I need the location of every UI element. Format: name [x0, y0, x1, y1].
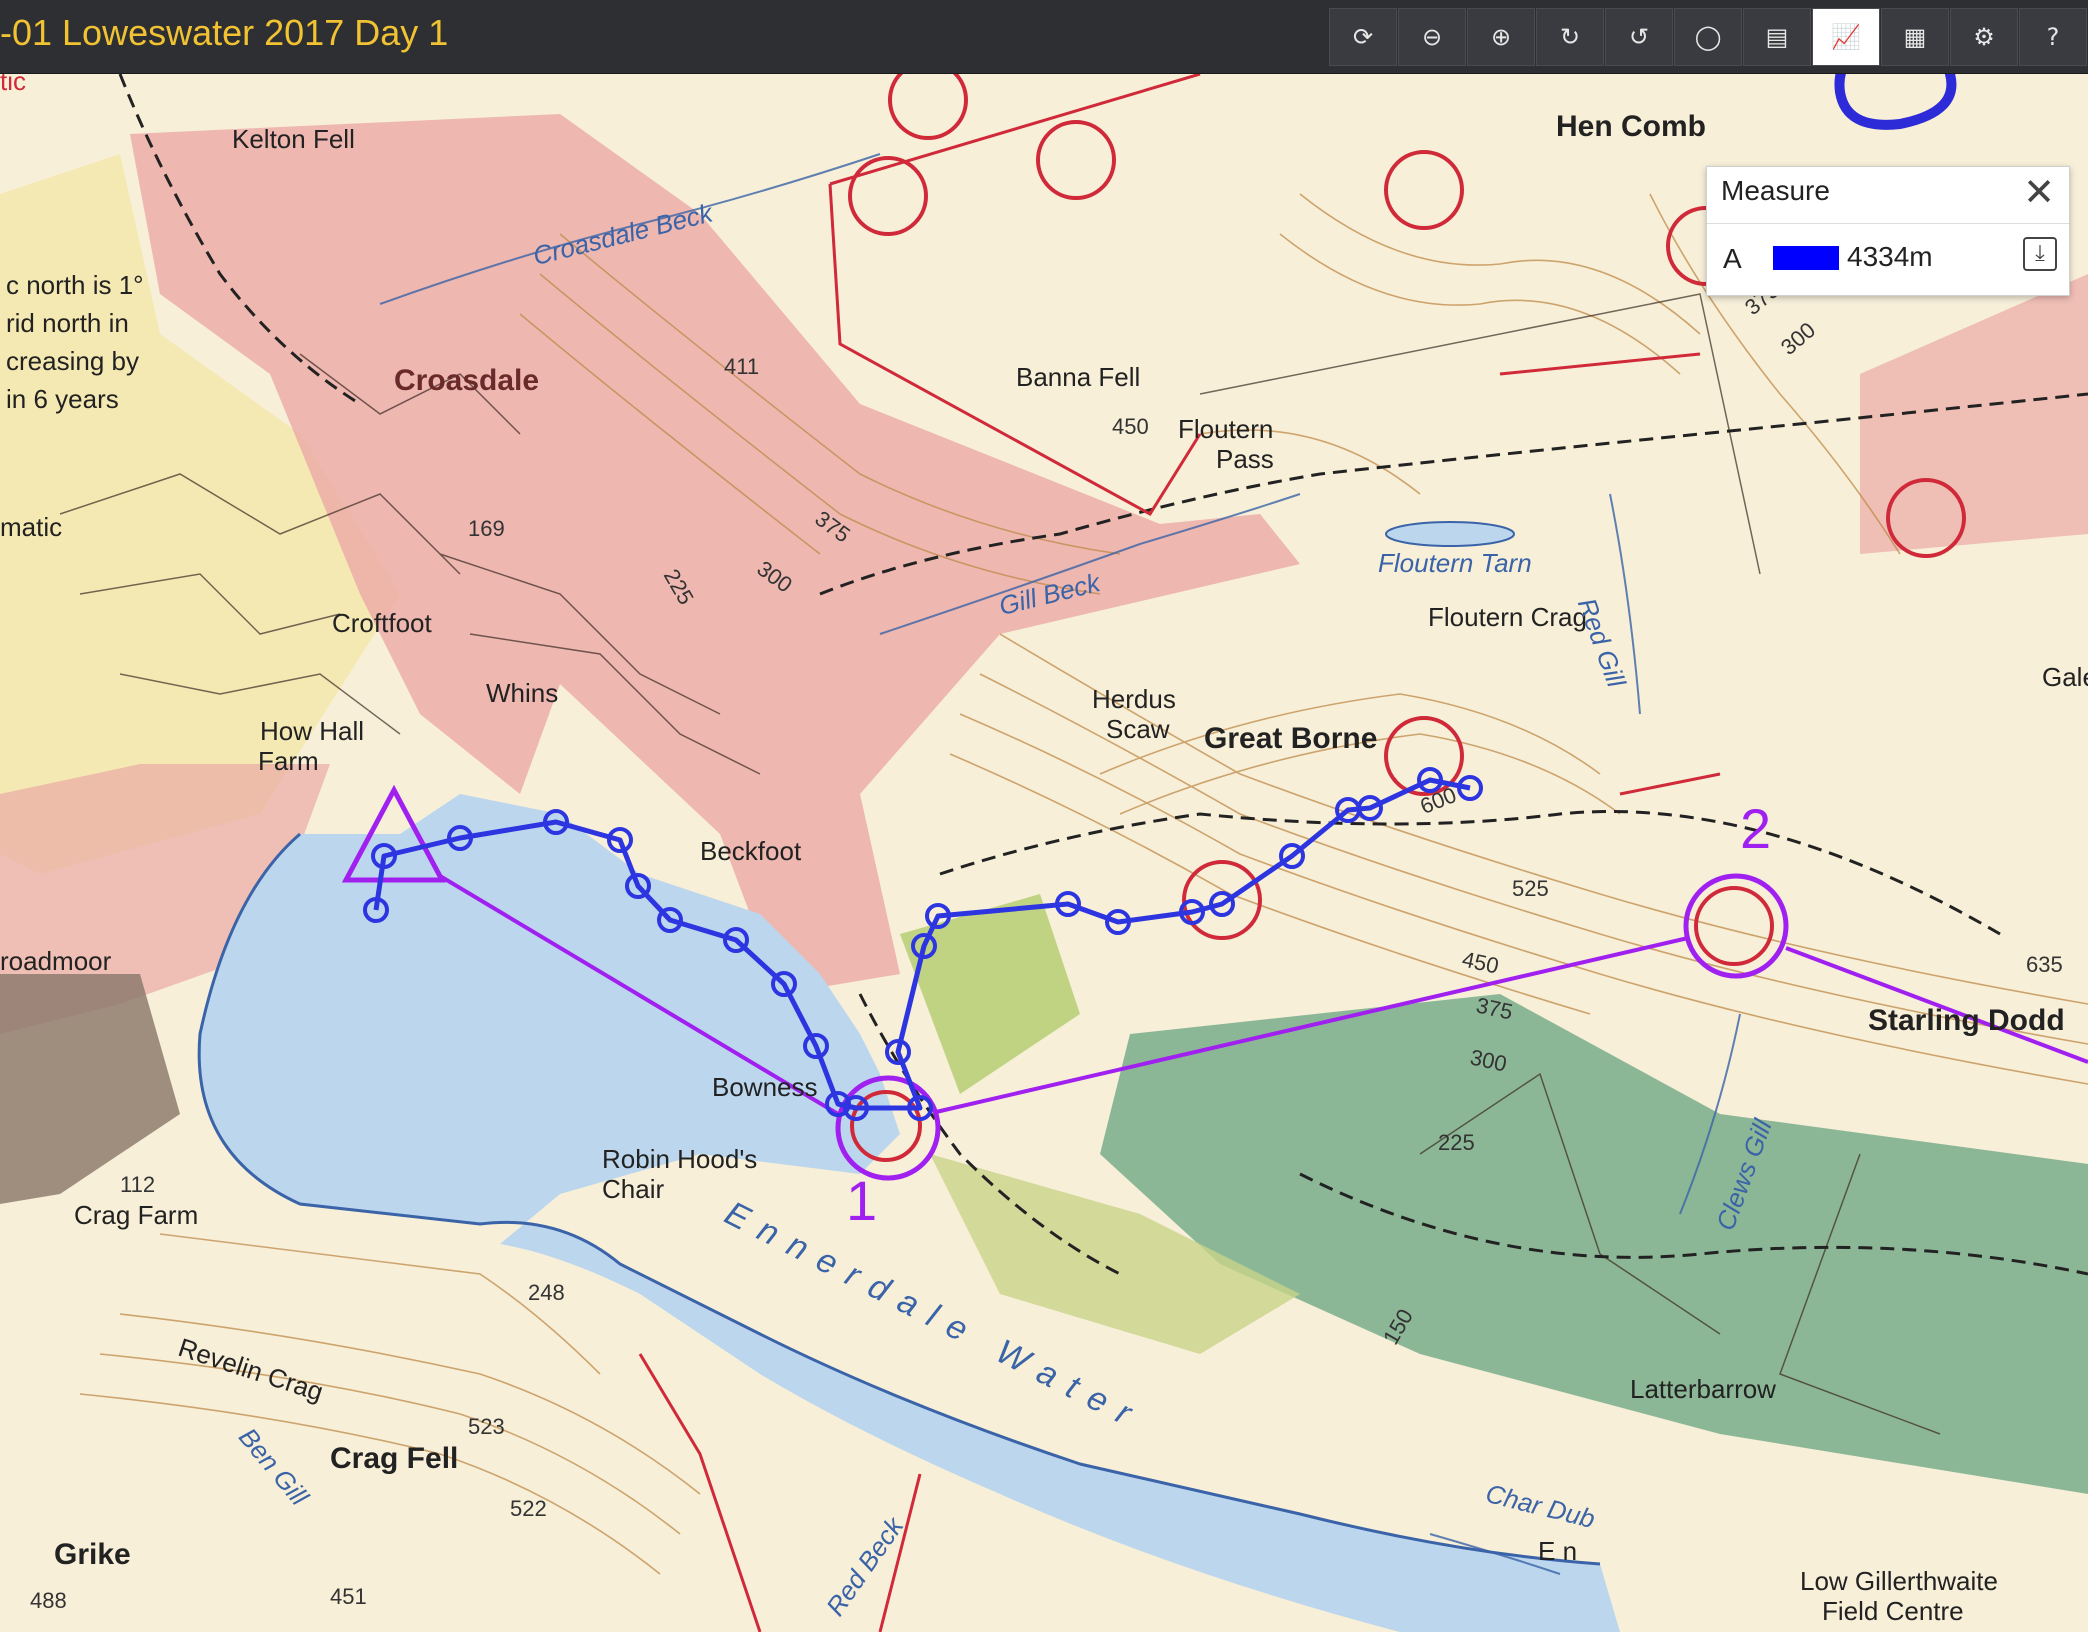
- label-beckfoot: Beckfoot: [700, 836, 802, 866]
- magnetic-note-line-2: rid north in: [6, 308, 129, 338]
- close-icon[interactable]: ✕: [2019, 173, 2059, 213]
- label-floutern-tarn: Floutern Tarn: [1378, 548, 1532, 578]
- label-tic: tic: [0, 74, 26, 96]
- label-crag-fell: Crag Fell: [330, 1442, 459, 1475]
- measure-title: Measure: [1721, 175, 1830, 206]
- contour-value: 225: [1438, 1130, 1475, 1155]
- label-starling-dodd: Starling Dodd: [1868, 1004, 2065, 1037]
- magnetic-note-line-1: c north is 1°: [6, 270, 144, 300]
- label-croftfoot: Croftfoot: [332, 608, 432, 638]
- map-canvas[interactable]: Kelton Fell Hen Comb Croasdale Beck Croa…: [0, 74, 2088, 1632]
- label-bowness: Bowness: [712, 1072, 818, 1102]
- label-how-hall-1: How Hall: [260, 716, 365, 746]
- measure-row-label: A: [1723, 243, 1742, 274]
- measure-color-swatch[interactable]: [1773, 246, 1839, 270]
- spot-height: 248: [528, 1280, 565, 1305]
- help-button[interactable]: ?: [2019, 7, 2087, 66]
- spot-height: 522: [510, 1496, 547, 1521]
- label-hen-comb: Hen Comb: [1556, 110, 1706, 143]
- label-robin-hood-2: Chair: [602, 1174, 665, 1204]
- label-croasdale: Croasdale: [394, 364, 540, 397]
- label-grike: Grike: [54, 1538, 131, 1571]
- ruler-icon: ▦: [1903, 22, 1927, 51]
- contour-value: 525: [1512, 876, 1549, 901]
- spot-height: 411: [724, 354, 760, 379]
- control-number-2: 2: [1740, 797, 1772, 860]
- label-floutern-pass-2: Pass: [1216, 444, 1274, 474]
- label-low-gillerthwaite-2: Field Centre: [1822, 1596, 1964, 1626]
- measure-panel: Measure ✕ A 4334m ⤓: [1706, 166, 2070, 296]
- label-kelton-fell: Kelton Fell: [232, 124, 355, 154]
- label-latterbarrow: Latterbarrow: [1630, 1374, 1776, 1404]
- measure-button[interactable]: ▦: [1881, 7, 1949, 66]
- settings-button[interactable]: ⚙: [1950, 7, 2018, 66]
- spot-height: 112: [120, 1172, 156, 1197]
- label-en: E n: [1538, 1536, 1578, 1566]
- contour-value: 450: [1112, 414, 1149, 439]
- zoom-in-button[interactable]: ⊕: [1467, 7, 1535, 66]
- spot-height: 169: [468, 516, 505, 541]
- chart-button[interactable]: 📈: [1812, 7, 1880, 66]
- event-title: -01 Loweswater 2017 Day 1: [0, 12, 449, 53]
- rotate-anticlockwise-icon: ↺: [1628, 22, 1650, 51]
- control-number-1: 1: [846, 1169, 878, 1232]
- magnetic-note-line-3: creasing by: [6, 346, 139, 376]
- label-banna-fell: Banna Fell: [1016, 362, 1141, 392]
- refresh-button[interactable]: ⟳: [1329, 7, 1397, 66]
- spot-height: 635: [2026, 952, 2063, 977]
- label-how-hall-2: Farm: [258, 746, 319, 776]
- zoom-out-button[interactable]: ⊖: [1398, 7, 1466, 66]
- question-icon: ?: [2046, 22, 2060, 51]
- label-floutern-crag: Floutern Crag: [1428, 602, 1587, 632]
- refresh-icon: ⟳: [1352, 22, 1374, 51]
- label-gale: Gale: [2042, 662, 2088, 692]
- label-floutern-pass-1: Floutern: [1178, 414, 1274, 444]
- top-bar: -01 Loweswater 2017 Day 1 ⟳ ⊖ ⊕ ↻ ↺ ◯ ▤ 📈 ▦ ⚙?: [0, 0, 2088, 74]
- clipboard-icon: ▤: [1765, 22, 1789, 51]
- spot-height: 523: [468, 1414, 505, 1439]
- export-icon[interactable]: ⤓: [2023, 237, 2057, 271]
- line-chart-icon: 📈: [1831, 22, 1861, 51]
- floutern-tarn: [1385, 521, 1515, 547]
- magnetic-note-line-4: in 6 years: [6, 384, 119, 414]
- draw-circle-button[interactable]: ◯: [1674, 7, 1742, 66]
- label-low-gillerthwaite-1: Low Gillerthwaite: [1800, 1566, 1998, 1596]
- label-herdus-2: Scaw: [1106, 714, 1170, 744]
- stats-button[interactable]: ▤: [1743, 7, 1811, 66]
- measure-distance-value: 4334m: [1847, 241, 1933, 272]
- spot-height: 488: [30, 1588, 67, 1613]
- zoom-in-icon: ⊕: [1490, 22, 1512, 51]
- label-herdus-1: Herdus: [1092, 684, 1176, 714]
- label-robin-hood-1: Robin Hood's: [602, 1144, 758, 1174]
- gear-icon: ⚙: [1973, 22, 1995, 51]
- label-whins: Whins: [486, 678, 559, 708]
- label-matic: matic: [0, 512, 63, 542]
- rotate-anticlockwise-button[interactable]: ↺: [1605, 7, 1673, 66]
- rotate-clockwise-icon: ↻: [1559, 22, 1581, 51]
- label-roadmoor: roadmoor: [0, 946, 112, 976]
- label-crag-farm: Crag Farm: [74, 1200, 199, 1230]
- map-toolbar: ⟳ ⊖ ⊕ ↻ ↺ ◯ ▤ 📈 ▦ ⚙?: [1329, 0, 2088, 73]
- rotate-clockwise-button[interactable]: ↻: [1536, 7, 1604, 66]
- spot-height: 451: [330, 1584, 367, 1609]
- circle-icon: ◯: [1694, 22, 1722, 51]
- label-great-borne: Great Borne: [1204, 722, 1378, 755]
- zoom-out-icon: ⊖: [1421, 22, 1443, 51]
- measure-divider: [1707, 223, 2069, 224]
